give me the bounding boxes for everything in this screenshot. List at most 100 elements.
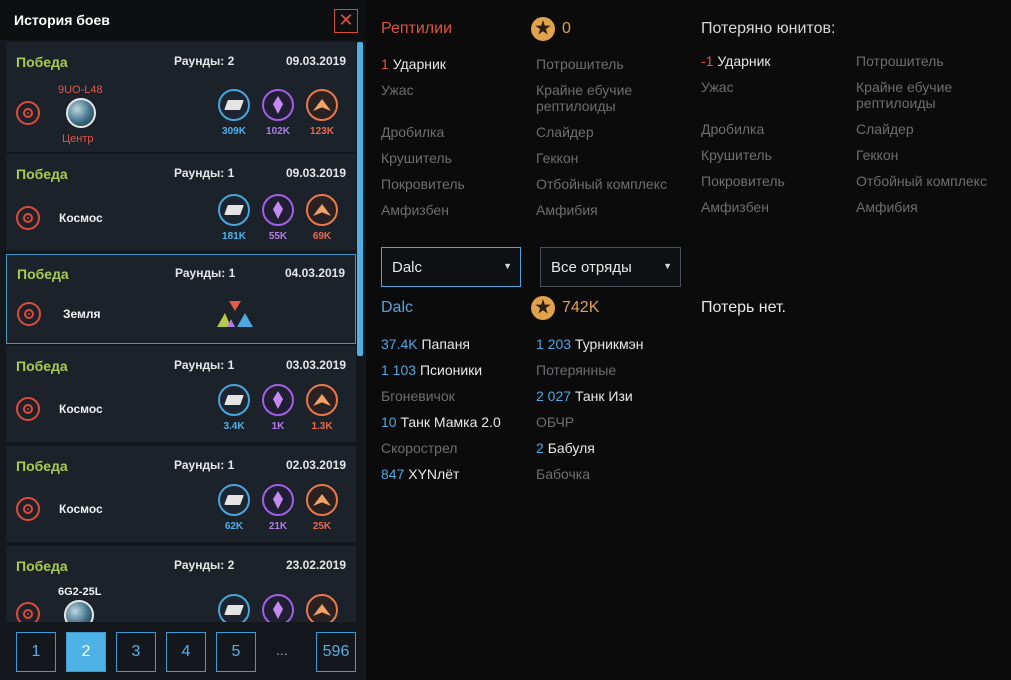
crystal-icon (262, 594, 294, 622)
battle-location: Центр (62, 133, 94, 145)
enemy-unit: Геккон (536, 150, 579, 166)
planet-icon (64, 600, 94, 622)
pagination: 1 2 3 4 5 ... 596 (0, 622, 366, 680)
lost-unit: Дробилка (701, 121, 765, 137)
enemy-losses-title: Потеряно юнитов: (701, 20, 836, 37)
metal-amount: 309K (222, 126, 246, 137)
gas-icon (306, 384, 338, 416)
battle-row[interactable]: Победа Раунды: 1 09.03.2019 Космос 181K … (6, 154, 356, 250)
star-icon (531, 296, 555, 320)
page-3-button[interactable]: 3 (116, 632, 156, 672)
ally-unit: 847 XYNлёт (381, 466, 460, 482)
enemy-unit: Крушитель (381, 150, 452, 166)
metal-icon (218, 89, 250, 121)
battle-date: 09.03.2019 (285, 166, 346, 180)
lost-unit: Покровитель (701, 173, 785, 189)
metal-amount: 3.4K (223, 421, 245, 432)
chevron-down-icon: ▼ (503, 261, 512, 271)
gas-icon (306, 194, 338, 226)
enemy-unit: Амфибия (536, 202, 598, 218)
gas-icon (306, 594, 338, 622)
enemy-unit: 1 Ударник (381, 56, 446, 72)
battle-date: 03.03.2019 (285, 358, 346, 372)
gas-amount: 123K (310, 126, 334, 137)
page-last-button[interactable]: 596 (316, 632, 356, 672)
crystal-amount: 102K (266, 126, 290, 137)
planet-coords[interactable]: 6G2-25L (58, 586, 101, 598)
ally-unit: 1 103 Псионики (381, 362, 483, 378)
page-4-button[interactable]: 4 (166, 632, 206, 672)
battle-row[interactable]: Победа Раунды: 2 23.02.2019 6G2-25L (6, 546, 356, 622)
battle-rounds: Раунды: 1 (175, 266, 236, 280)
crystal-icon (262, 194, 294, 226)
enemy-name: Рептилии (381, 20, 453, 37)
enemy-unit: Амфизбен (381, 202, 449, 218)
lost-unit: Потрошитель (856, 53, 944, 69)
gas-icon (306, 89, 338, 121)
target-icon (16, 602, 40, 622)
crystal-icon (262, 484, 294, 516)
battle-rounds: Раунды: 1 (174, 458, 235, 472)
player-select-value: Dalc (392, 259, 423, 276)
page-5-button[interactable]: 5 (216, 632, 256, 672)
panel-title: История боев (14, 12, 110, 28)
page-1-button[interactable]: 1 (16, 632, 56, 672)
battle-result: Победа (16, 166, 68, 182)
battle-date: 23.02.2019 (285, 558, 346, 572)
battle-location: Земля (63, 307, 101, 321)
crystal-amount: 1K (271, 421, 285, 432)
battle-rounds: Раунды: 1 (174, 358, 235, 372)
battle-result: Победа (16, 358, 68, 374)
lost-unit: Крайне ебучие рептилоиды (856, 79, 953, 111)
page-2-button[interactable]: 2 (66, 632, 106, 672)
battle-rounds: Раунды: 2 (174, 558, 235, 572)
ally-unit: 10 Танк Мамка 2.0 (381, 414, 501, 430)
lost-unit: Слайдер (856, 121, 914, 137)
battle-date: 09.03.2019 (285, 54, 346, 68)
squad-select[interactable]: Все отряды ▼ (540, 247, 681, 287)
metal-amount: 181K (222, 231, 246, 242)
ally-unit: Скорострел (381, 440, 458, 456)
target-icon (16, 101, 40, 125)
lost-unit: Ужас (701, 79, 734, 95)
ally-unit: Бгоневичок (381, 388, 455, 404)
player-select[interactable]: Dalc ▼ (381, 247, 521, 287)
resources-mini-icon (217, 301, 253, 327)
gas-amount: 1.3K (311, 421, 333, 432)
crystal-icon (262, 89, 294, 121)
target-icon (16, 206, 40, 230)
enemy-unit: Ужас (381, 82, 414, 98)
panel-header: История боев ✕ (0, 0, 366, 40)
battle-rounds: Раунды: 2 (174, 54, 235, 68)
enemy-unit: Потрошитель (536, 56, 624, 72)
ally-score: 742K (562, 299, 600, 316)
enemy-unit: Крайне ебучие рептилоиды (536, 82, 633, 114)
enemy-unit: Покровитель (381, 176, 465, 192)
ally-unit: Бабочка (536, 466, 590, 482)
ally-name: Dalc (381, 299, 414, 316)
ally-unit: 2 027 Танк Изи (536, 388, 633, 404)
metal-icon (218, 594, 250, 622)
ally-unit: 1 203 Турникмэн (536, 336, 644, 352)
lost-unit: Амфибия (856, 199, 918, 215)
lost-unit: Отбойный комплекс (856, 173, 987, 189)
gas-icon (306, 484, 338, 516)
battle-row[interactable]: Победа Раунды: 1 02.03.2019 Космос 62K 2… (6, 446, 356, 542)
lost-unit: Геккон (856, 147, 899, 163)
enemy-score: 0 (562, 20, 571, 37)
chevron-down-icon: ▼ (663, 261, 672, 271)
battle-list: Победа Раунды: 2 09.03.2019 9UO-L48 Цент… (6, 40, 356, 622)
planet-icon (66, 98, 96, 128)
lost-unit: -1 Ударник (701, 53, 771, 69)
target-icon (16, 497, 40, 521)
battle-result: Победа (17, 266, 69, 282)
planet-coords[interactable]: 9UO-L48 (58, 84, 103, 96)
close-icon[interactable]: ✕ (334, 9, 358, 33)
battle-date: 04.03.2019 (284, 266, 345, 280)
battle-row[interactable]: Победа Раунды: 2 09.03.2019 9UO-L48 Цент… (6, 42, 356, 152)
squad-select-value: Все отряды (551, 259, 632, 276)
crystal-amount: 21K (268, 521, 288, 532)
battle-row-selected[interactable]: Победа Раунды: 1 04.03.2019 Земля (6, 254, 356, 344)
battle-row[interactable]: Победа Раунды: 1 03.03.2019 Космос 3.4K … (6, 346, 356, 442)
scrollbar[interactable] (357, 42, 363, 356)
